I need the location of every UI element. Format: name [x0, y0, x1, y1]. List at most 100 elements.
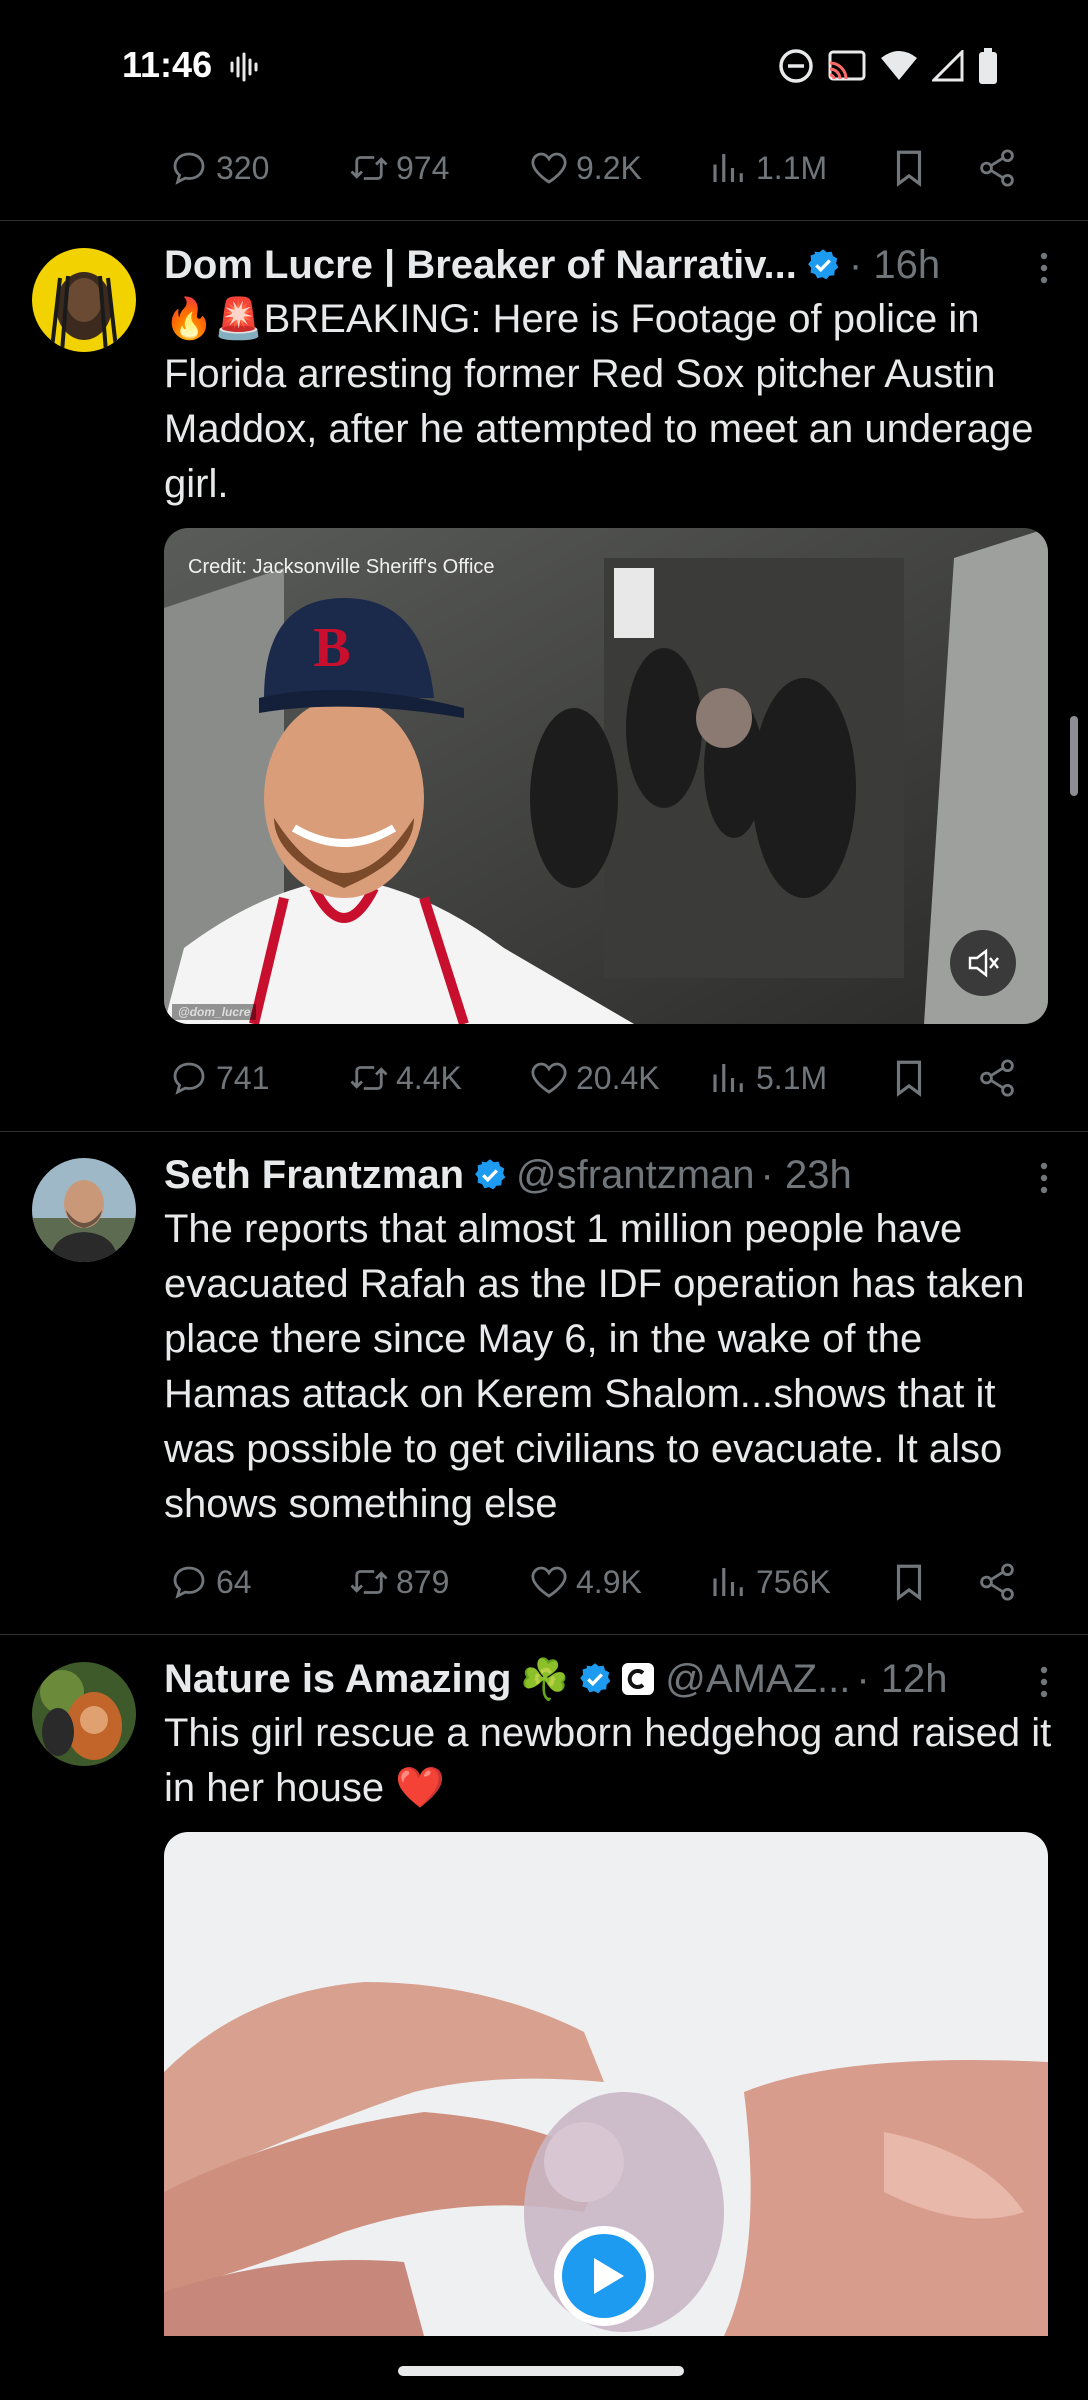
cast-icon	[828, 50, 866, 81]
author-name[interactable]: Dom Lucre | Breaker of Narrativ...	[164, 243, 797, 288]
repost-icon	[350, 1066, 388, 1090]
bookmark-button[interactable]	[888, 147, 976, 189]
reply-icon	[173, 1566, 205, 1599]
bookmark-icon	[896, 150, 922, 187]
share-button[interactable]	[976, 1057, 1032, 1099]
video-thumbnail: B	[164, 528, 1048, 1024]
repost-button[interactable]: 879	[348, 1561, 528, 1603]
tweet-action-bar: 741 4.4K 20.4K 5.1M	[168, 1048, 1032, 1108]
heart-icon	[531, 1566, 567, 1598]
bookmark-button[interactable]	[888, 1057, 976, 1099]
status-time: 11:46	[122, 44, 213, 85]
reply-count: 741	[216, 1059, 270, 1096]
repost-count: 879	[396, 1563, 450, 1600]
heart-icon	[531, 152, 567, 184]
tweet-divider	[0, 1634, 1088, 1635]
author-handle[interactable]: @AMAZ...	[665, 1657, 850, 1702]
author-handle[interactable]: @sfrantzman	[516, 1153, 754, 1198]
more-options-icon[interactable]	[1024, 248, 1064, 288]
reply-icon	[173, 152, 205, 185]
share-button[interactable]	[976, 147, 1032, 189]
share-icon	[980, 149, 1014, 187]
tweet-body: This girl rescue a newborn hedgehog and …	[164, 1711, 1052, 1810]
share-icon	[980, 1563, 1014, 1601]
do-not-disturb-icon	[779, 49, 813, 83]
repost-button[interactable]: 974	[348, 147, 528, 189]
repost-count: 4.4K	[396, 1059, 462, 1096]
view-count: 756K	[756, 1563, 831, 1600]
repost-count: 974	[396, 149, 450, 186]
like-button[interactable]: 20.4K	[528, 1057, 708, 1099]
voice-activity-icon	[230, 52, 258, 82]
tweet-divider	[0, 220, 1088, 221]
avatar[interactable]	[32, 1662, 136, 1766]
tweet-body: BREAKING: Here is Footage of police in F…	[164, 297, 1034, 506]
reply-count: 64	[216, 1563, 252, 1600]
video-watermark: @dom_lucre	[172, 1004, 257, 1020]
repost-icon	[350, 1570, 388, 1594]
like-count: 9.2K	[576, 149, 642, 186]
heart-emoji: ❤️	[395, 1766, 446, 1810]
like-count: 20.4K	[576, 1059, 660, 1096]
play-button[interactable]	[554, 2226, 654, 2326]
battery-icon	[979, 48, 997, 84]
heart-icon	[531, 1062, 567, 1094]
affiliate-badge-icon	[622, 1663, 655, 1695]
verified-badge-icon	[580, 1663, 611, 1694]
tweet-header: Seth Frantzman @sfrantzman · 23h	[164, 1148, 1032, 1202]
bookmark-icon	[896, 1060, 922, 1097]
video-player[interactable]	[164, 1832, 1048, 2336]
like-count: 4.9K	[576, 1563, 642, 1600]
share-icon	[980, 1059, 1014, 1097]
avatar-image	[32, 248, 136, 352]
speaker-muted-icon	[968, 948, 999, 978]
author-name[interactable]: Seth Frantzman	[164, 1153, 464, 1198]
tweet-header: Dom Lucre | Breaker of Narrativ... · 16h	[164, 238, 1032, 292]
reply-button[interactable]: 320	[168, 147, 348, 189]
repost-button[interactable]: 4.4K	[348, 1057, 528, 1099]
reply-icon	[173, 1062, 205, 1095]
reply-button[interactable]: 741	[168, 1057, 348, 1099]
status-bar: 11:46	[0, 0, 1088, 135]
tweet-time: · 23h	[760, 1152, 852, 1197]
play-icon	[562, 2234, 646, 2318]
views-bar-chart-icon	[713, 1064, 743, 1092]
gesture-navigation-bar[interactable]	[398, 2366, 684, 2376]
more-options-icon[interactable]	[1024, 1662, 1064, 1702]
reply-count: 320	[216, 149, 270, 186]
tweet-text: The reports that almost 1 million people…	[164, 1207, 1025, 1526]
avatar[interactable]	[32, 1158, 136, 1262]
view-count: 5.1M	[756, 1059, 828, 1096]
mute-button[interactable]	[950, 930, 1016, 996]
verified-badge-icon	[808, 249, 839, 280]
svg-text:B: B	[313, 617, 350, 679]
author-name[interactable]: Nature is Amazing	[164, 1657, 511, 1702]
views-button[interactable]: 1.1M	[708, 147, 888, 189]
share-button[interactable]	[976, 1561, 1032, 1603]
tweet-action-bar: 64 879 4.9K 756K	[168, 1552, 1032, 1612]
wifi-icon	[881, 51, 917, 80]
views-button[interactable]: 756K	[708, 1561, 888, 1603]
reply-button[interactable]: 64	[168, 1561, 348, 1603]
fire-siren-emoji: 🔥🚨	[164, 297, 264, 341]
verified-badge-icon	[475, 1159, 506, 1190]
views-bar-chart-icon	[713, 154, 743, 182]
bookmark-button[interactable]	[888, 1561, 976, 1603]
cell-signal-icon	[932, 50, 964, 82]
video-credit-caption: Credit: Jacksonville Sheriff's Office	[188, 556, 495, 578]
avatar-image	[32, 1662, 136, 1766]
avatar-image	[32, 1158, 136, 1262]
video-player[interactable]: B Credit: Jacksonville Sheriff's Office …	[164, 528, 1048, 1024]
like-button[interactable]: 9.2K	[528, 147, 708, 189]
tweet-text: 🔥🚨BREAKING: Here is Footage of police in…	[164, 292, 1054, 512]
tweet-time: · 12h	[856, 1656, 948, 1701]
shamrock-emoji: ☘️	[519, 1657, 570, 1702]
views-button[interactable]: 5.1M	[708, 1057, 888, 1099]
more-options-icon[interactable]	[1024, 1158, 1064, 1198]
scrollbar[interactable]	[1070, 716, 1078, 796]
tweet-action-bar: 320 974 9.2K 1.1M	[168, 138, 1032, 198]
avatar[interactable]	[32, 248, 136, 352]
repost-icon	[350, 156, 388, 180]
like-button[interactable]: 4.9K	[528, 1561, 708, 1603]
tweet-divider	[0, 1131, 1088, 1132]
